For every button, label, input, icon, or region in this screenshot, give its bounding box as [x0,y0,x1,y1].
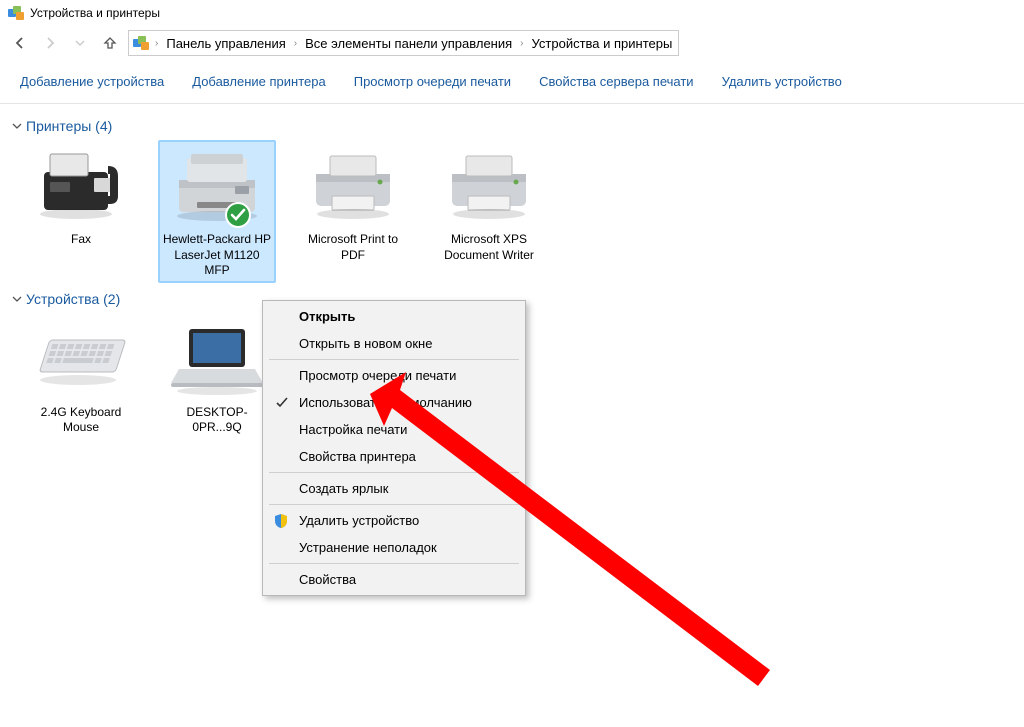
device-item-desktop[interactable]: DESKTOP-0PR...9Q [158,313,276,440]
breadcrumb-seg-1[interactable]: Панель управления [164,34,287,53]
menu-create-shortcut[interactable]: Создать ярлык [265,475,523,502]
device-label: 2.4G Keyboard Mouse [26,405,136,436]
cmd-server-props[interactable]: Свойства сервера печати [539,74,694,89]
breadcrumb-seg-2[interactable]: Все элементы панели управления [303,34,514,53]
back-button[interactable] [8,31,32,55]
device-item-msxps[interactable]: Microsoft XPS Document Writer [430,140,548,283]
address-bar[interactable]: › Панель управления › Все элементы панел… [128,30,679,56]
device-label: DESKTOP-0PR...9Q [162,405,272,436]
section-printers-header[interactable]: Принтеры (4) [12,110,1012,140]
fax-icon [36,152,126,222]
section-printers-label: Принтеры (4) [26,118,112,134]
menu-open-new-window[interactable]: Открыть в новом окне [265,330,523,357]
menu-remove-device-label: Удалить устройство [299,513,419,528]
breadcrumb-seg-3[interactable]: Устройства и принтеры [530,34,675,53]
context-menu: Открыть Открыть в новом окне Просмотр оч… [262,300,526,596]
menu-properties[interactable]: Свойства [265,566,523,593]
chevron-right-icon[interactable]: › [518,38,525,49]
up-button[interactable] [98,31,122,55]
menu-troubleshoot[interactable]: Устранение неполадок [265,534,523,561]
keyboard-icon [33,330,129,390]
device-label: Fax [26,232,136,248]
chevron-down-icon [12,121,22,131]
menu-print-settings[interactable]: Настройка печати [265,416,523,443]
menu-separator [269,563,519,564]
cmd-add-device[interactable]: Добавление устройства [20,74,164,89]
cmd-remove-device[interactable]: Удалить устройство [722,74,842,89]
printer-icon [444,152,534,222]
menu-remove-device[interactable]: Удалить устройство [265,507,523,534]
nav-bar: › Панель управления › Все элементы панел… [0,26,1024,60]
cmd-view-queue[interactable]: Просмотр очереди печати [354,74,511,89]
device-item-keyboard[interactable]: 2.4G Keyboard Mouse [22,313,140,440]
menu-separator [269,504,519,505]
device-item-fax[interactable]: Fax [22,140,140,283]
window-title: Устройства и принтеры [30,6,160,20]
chevron-right-icon[interactable]: › [153,38,160,49]
forward-button[interactable] [38,31,62,55]
menu-open[interactable]: Открыть [265,303,523,330]
device-label: Microsoft Print to PDF [298,232,408,263]
menu-separator [269,472,519,473]
check-icon [275,396,289,410]
default-check-icon [225,202,251,228]
control-panel-icon [133,36,149,50]
chevron-down-icon [12,294,22,304]
printer-icon [308,152,398,222]
section-devices-label: Устройства (2) [26,291,120,307]
window-titlebar: Устройства и принтеры [0,0,1024,26]
menu-view-queue[interactable]: Просмотр очереди печати [265,362,523,389]
menu-set-default[interactable]: Использовать по умолчанию [265,389,523,416]
recent-dropdown[interactable] [68,31,92,55]
chevron-right-icon[interactable]: › [292,38,299,49]
device-label: Hewlett-Packard HP LaserJet M1120 MFP [162,232,272,279]
laptop-icon [169,325,265,395]
printers-grid: Fax Hewlett-Packard HP LaserJ [12,140,1012,283]
menu-printer-props[interactable]: Свойства принтера [265,443,523,470]
command-bar: Добавление устройства Добавление принтер… [0,60,1024,104]
device-item-mspdf[interactable]: Microsoft Print to PDF [294,140,412,283]
menu-set-default-label: Использовать по умолчанию [299,395,472,410]
device-label: Microsoft XPS Document Writer [434,232,544,263]
control-panel-icon [8,6,24,20]
shield-icon [273,513,289,529]
device-item-hp[interactable]: Hewlett-Packard HP LaserJet M1120 MFP [158,140,276,283]
cmd-add-printer[interactable]: Добавление принтера [192,74,325,89]
menu-separator [269,359,519,360]
